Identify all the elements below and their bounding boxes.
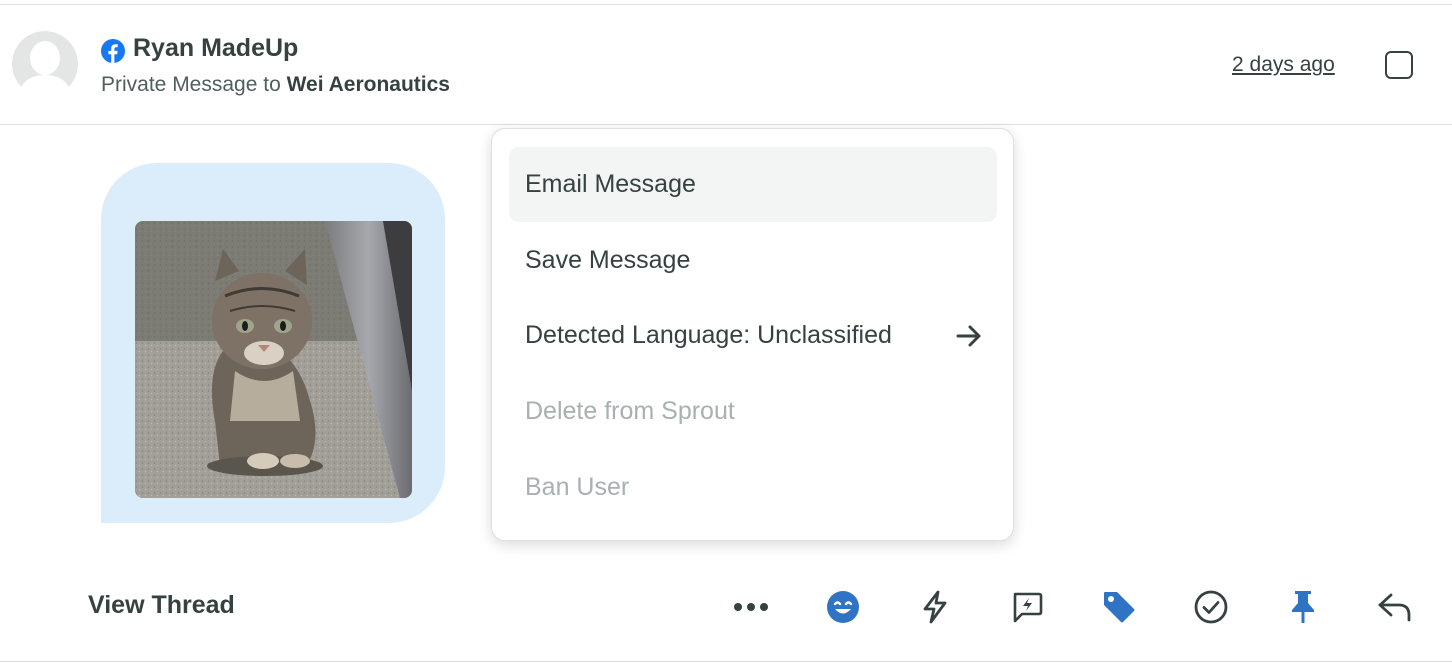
facebook-icon [101,39,125,63]
menu-item-label: Detected Language: Unclassified [525,321,892,349]
sentiment-icon[interactable] [823,587,863,627]
menu-item-label: Save Message [525,246,691,274]
complete-icon[interactable] [1191,587,1231,627]
message-subtitle: Private Message to Wei Aeronautics [101,73,450,97]
menu-item-detected-language[interactable]: Detected Language: Unclassified [509,298,997,373]
menu-item-label: Email Message [525,170,696,198]
recipient-name: Wei Aeronautics [286,73,450,96]
subtitle-prefix: Private Message to [101,73,281,96]
menu-item-label: Delete from Sprout [525,397,735,425]
tag-icon[interactable] [1099,587,1139,627]
avatar[interactable] [12,31,78,97]
message-actions-menu: Email Message Save Message Detected Lang… [491,128,1014,541]
pin-icon[interactable] [1283,587,1323,627]
message-header: Ryan MadeUp Private Message to Wei Aeron… [0,5,1452,125]
arrow-right-icon [956,325,981,347]
menu-item-delete-from-sprout: Delete from Sprout [509,374,997,449]
author-name[interactable]: Ryan MadeUp [133,34,298,63]
timestamp-link[interactable]: 2 days ago [1232,53,1335,77]
reply-icon[interactable] [1375,587,1415,627]
menu-item-ban-user: Ban User [509,450,997,525]
menu-item-email-message[interactable]: Email Message [509,147,997,222]
message-image[interactable] [135,221,412,498]
select-checkbox[interactable] [1385,51,1413,79]
more-icon[interactable] [731,587,771,627]
quick-action-icon[interactable] [915,587,955,627]
menu-item-label: Ban User [525,473,630,501]
menu-item-save-message[interactable]: Save Message [509,223,997,298]
bot-message-icon[interactable] [1007,587,1047,627]
view-thread-link[interactable]: View Thread [88,591,235,620]
